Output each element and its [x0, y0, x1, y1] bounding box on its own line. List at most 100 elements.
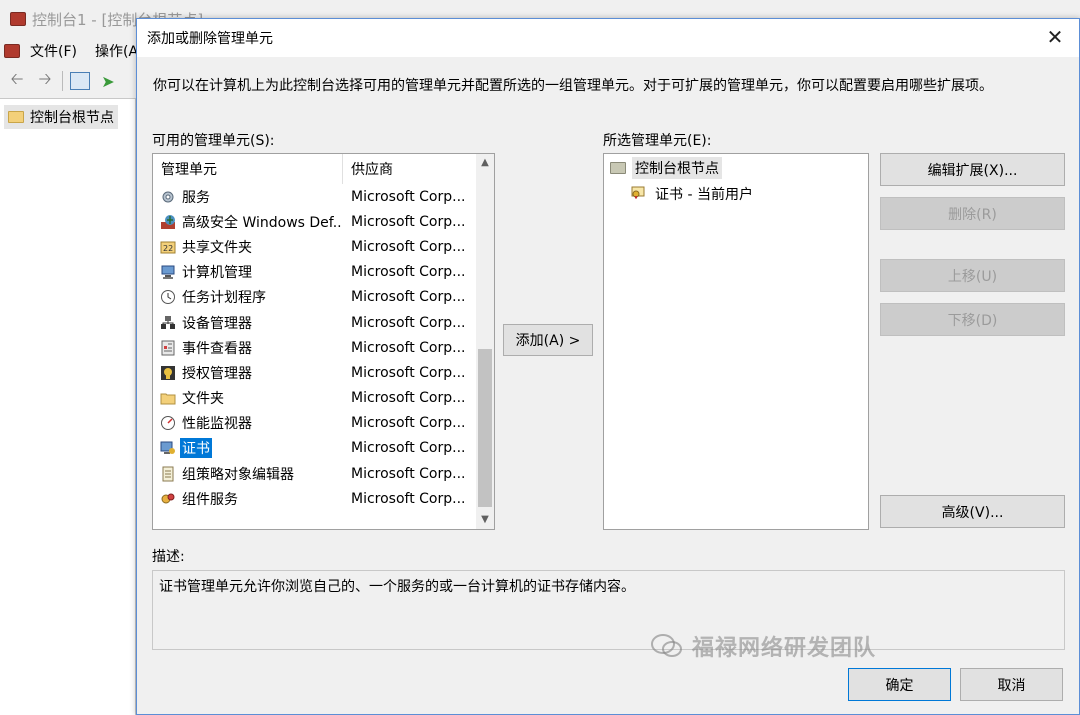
edit-extensions-button[interactable]: 编辑扩展(X)...: [880, 153, 1065, 186]
snapin-row[interactable]: 服务 Microsoft Corp...: [153, 184, 494, 209]
available-snapins-rows: 服务 Microsoft Corp... 高级安全 Windows Def... Mi…: [153, 184, 494, 511]
snapin-row[interactable]: 事件查看器 Microsoft Corp...: [153, 335, 494, 360]
snapin-vendor: Microsoft Corp...: [351, 238, 466, 255]
selected-tree-certificate[interactable]: 证书 - 当前用户: [630, 183, 868, 205]
selected-tree-certificate-label: 证书 - 当前用户: [655, 187, 753, 203]
snapin-name-cell: 组策略对象编辑器: [153, 464, 343, 484]
clock-icon: [159, 289, 176, 306]
authorization-icon: [159, 364, 176, 381]
snapin-name-cell: 高级安全 Windows Def...: [153, 212, 343, 232]
back-arrow-icon[interactable]: 🡠: [6, 69, 28, 91]
certificate-icon: [159, 440, 176, 457]
gear-icon: [159, 188, 176, 205]
snapin-name: 组件服务: [182, 491, 238, 508]
add-button[interactable]: 添加(A) >: [503, 324, 593, 356]
description-box: 证书管理单元允许你浏览自己的、一个服务的或一台计算机的证书存储内容。: [152, 570, 1065, 650]
watermark: 福禄网络研发团队: [650, 630, 876, 662]
snapin-vendor: Microsoft Corp...: [351, 314, 466, 331]
snapin-name: 设备管理器: [182, 315, 252, 332]
export-list-icon[interactable]: ➤: [97, 71, 119, 91]
snapin-name: 授权管理器: [182, 365, 252, 382]
scrollbar-thumb[interactable]: [478, 349, 492, 507]
description-label: 描述:: [152, 549, 185, 565]
move-down-button[interactable]: 下移(D): [880, 303, 1065, 336]
forward-arrow-icon[interactable]: 🡢: [34, 69, 56, 91]
snapin-vendor: Microsoft Corp...: [351, 289, 466, 306]
snapin-name-cell: 证书: [153, 438, 343, 459]
folder-icon: [8, 111, 24, 123]
snapin-vendor: Microsoft Corp...: [351, 339, 466, 356]
menu-file[interactable]: 文件(F): [30, 41, 77, 61]
toolbar-separator: [62, 71, 63, 91]
snapin-row[interactable]: 授权管理器 Microsoft Corp...: [153, 360, 494, 385]
snapin-name: 文件夹: [182, 391, 224, 408]
close-icon[interactable]: ✕: [1045, 27, 1065, 47]
available-snapins-list[interactable]: 管理单元 供应商 服务 Microsoft Corp... 高级安全 Windows…: [152, 153, 495, 530]
ok-button[interactable]: 确定: [848, 668, 951, 701]
dialog-titlebar: 添加或删除管理单元 ✕: [137, 19, 1079, 57]
device-manager-icon: [159, 314, 176, 331]
certificate-icon: [630, 184, 648, 204]
snapin-name: 证书: [180, 438, 212, 459]
snapin-name: 共享文件夹: [182, 239, 252, 256]
shared-folder-icon: 22: [159, 238, 176, 255]
advanced-button[interactable]: 高级(V)...: [880, 495, 1065, 528]
snapin-row[interactable]: 设备管理器 Microsoft Corp...: [153, 310, 494, 335]
snapin-name-cell: 计算机管理: [153, 262, 343, 282]
dialog-title: 添加或删除管理单元: [147, 31, 273, 47]
snapin-row[interactable]: 性能监视器 Microsoft Corp...: [153, 411, 494, 436]
snapin-vendor: Microsoft Corp...: [351, 188, 466, 205]
tree-console-root-label: 控制台根节点: [30, 110, 114, 126]
snapin-name: 事件查看器: [182, 340, 252, 357]
folder-icon: [159, 390, 176, 407]
snapin-vendor: Microsoft Corp...: [351, 364, 466, 381]
snapin-vendor: Microsoft Corp...: [351, 415, 466, 432]
show-hide-tree-icon[interactable]: [69, 71, 91, 91]
mmc-app-icon: [10, 12, 26, 26]
available-snapins-label: 可用的管理单元(S):: [152, 133, 275, 149]
snapin-row[interactable]: 计算机管理 Microsoft Corp...: [153, 260, 494, 285]
snapin-name: 计算机管理: [182, 265, 252, 282]
performance-icon: [159, 415, 176, 432]
wechat-icon: [651, 634, 682, 657]
scroll-down-icon[interactable]: ▼: [476, 511, 494, 529]
snapin-row[interactable]: 任务计划程序 Microsoft Corp...: [153, 285, 494, 310]
column-header-vendor[interactable]: 供应商: [343, 159, 393, 179]
snapin-row[interactable]: 证书 Microsoft Corp...: [153, 436, 494, 461]
selected-snapins-list[interactable]: 控制台根节点 证书 - 当前用户: [603, 153, 869, 530]
event-viewer-icon: [159, 339, 176, 356]
snapin-vendor: Microsoft Corp...: [351, 440, 466, 457]
selected-tree-root[interactable]: 控制台根节点: [610, 157, 868, 179]
menu-action[interactable]: 操作(A: [95, 41, 138, 61]
folder-icon: [610, 162, 626, 174]
add-remove-snapins-dialog: 添加或删除管理单元 ✕ 你可以在计算机上为此控制台选择可用的管理单元并配置所选的…: [136, 18, 1080, 715]
cancel-button[interactable]: 取消: [960, 668, 1063, 701]
snapin-name: 性能监视器: [182, 416, 252, 433]
vertical-scrollbar[interactable]: ▲ ▼: [476, 154, 494, 529]
computer-management-icon: [159, 264, 176, 281]
snapin-name: 组策略对象编辑器: [182, 466, 294, 483]
snapin-row[interactable]: 文件夹 Microsoft Corp...: [153, 386, 494, 411]
snapin-name-cell: 设备管理器: [153, 313, 343, 333]
snapin-name-cell: 文件夹: [153, 388, 343, 408]
mmc-system-menu-icon[interactable]: [4, 44, 20, 58]
column-header-snapin[interactable]: 管理单元: [153, 154, 343, 184]
svg-text:22: 22: [163, 244, 173, 253]
move-up-button[interactable]: 上移(U): [880, 259, 1065, 292]
snapin-vendor: Microsoft Corp...: [351, 465, 466, 482]
snapin-row[interactable]: 组件服务 Microsoft Corp...: [153, 486, 494, 511]
snapin-name: 任务计划程序: [182, 290, 266, 307]
list-header: 管理单元 供应商: [153, 154, 494, 184]
snapin-row[interactable]: 组策略对象编辑器 Microsoft Corp...: [153, 461, 494, 486]
snapin-row[interactable]: 高级安全 Windows Def... Microsoft Corp...: [153, 209, 494, 234]
dialog-intro-text: 你可以在计算机上为此控制台选择可用的管理单元并配置所选的一组管理单元。对于可扩展…: [153, 78, 993, 94]
selected-snapins-label: 所选管理单元(E):: [603, 133, 712, 149]
snapin-name: 服务: [182, 189, 210, 206]
watermark-text: 福禄网络研发团队: [692, 636, 877, 661]
tree-console-root[interactable]: 控制台根节点: [4, 105, 118, 129]
snapin-vendor: Microsoft Corp...: [351, 264, 466, 281]
snapin-name: 高级安全 Windows Def...: [182, 214, 343, 231]
scroll-up-icon[interactable]: ▲: [476, 154, 494, 172]
snapin-row[interactable]: 22 共享文件夹 Microsoft Corp...: [153, 234, 494, 259]
remove-button[interactable]: 删除(R): [880, 197, 1065, 230]
